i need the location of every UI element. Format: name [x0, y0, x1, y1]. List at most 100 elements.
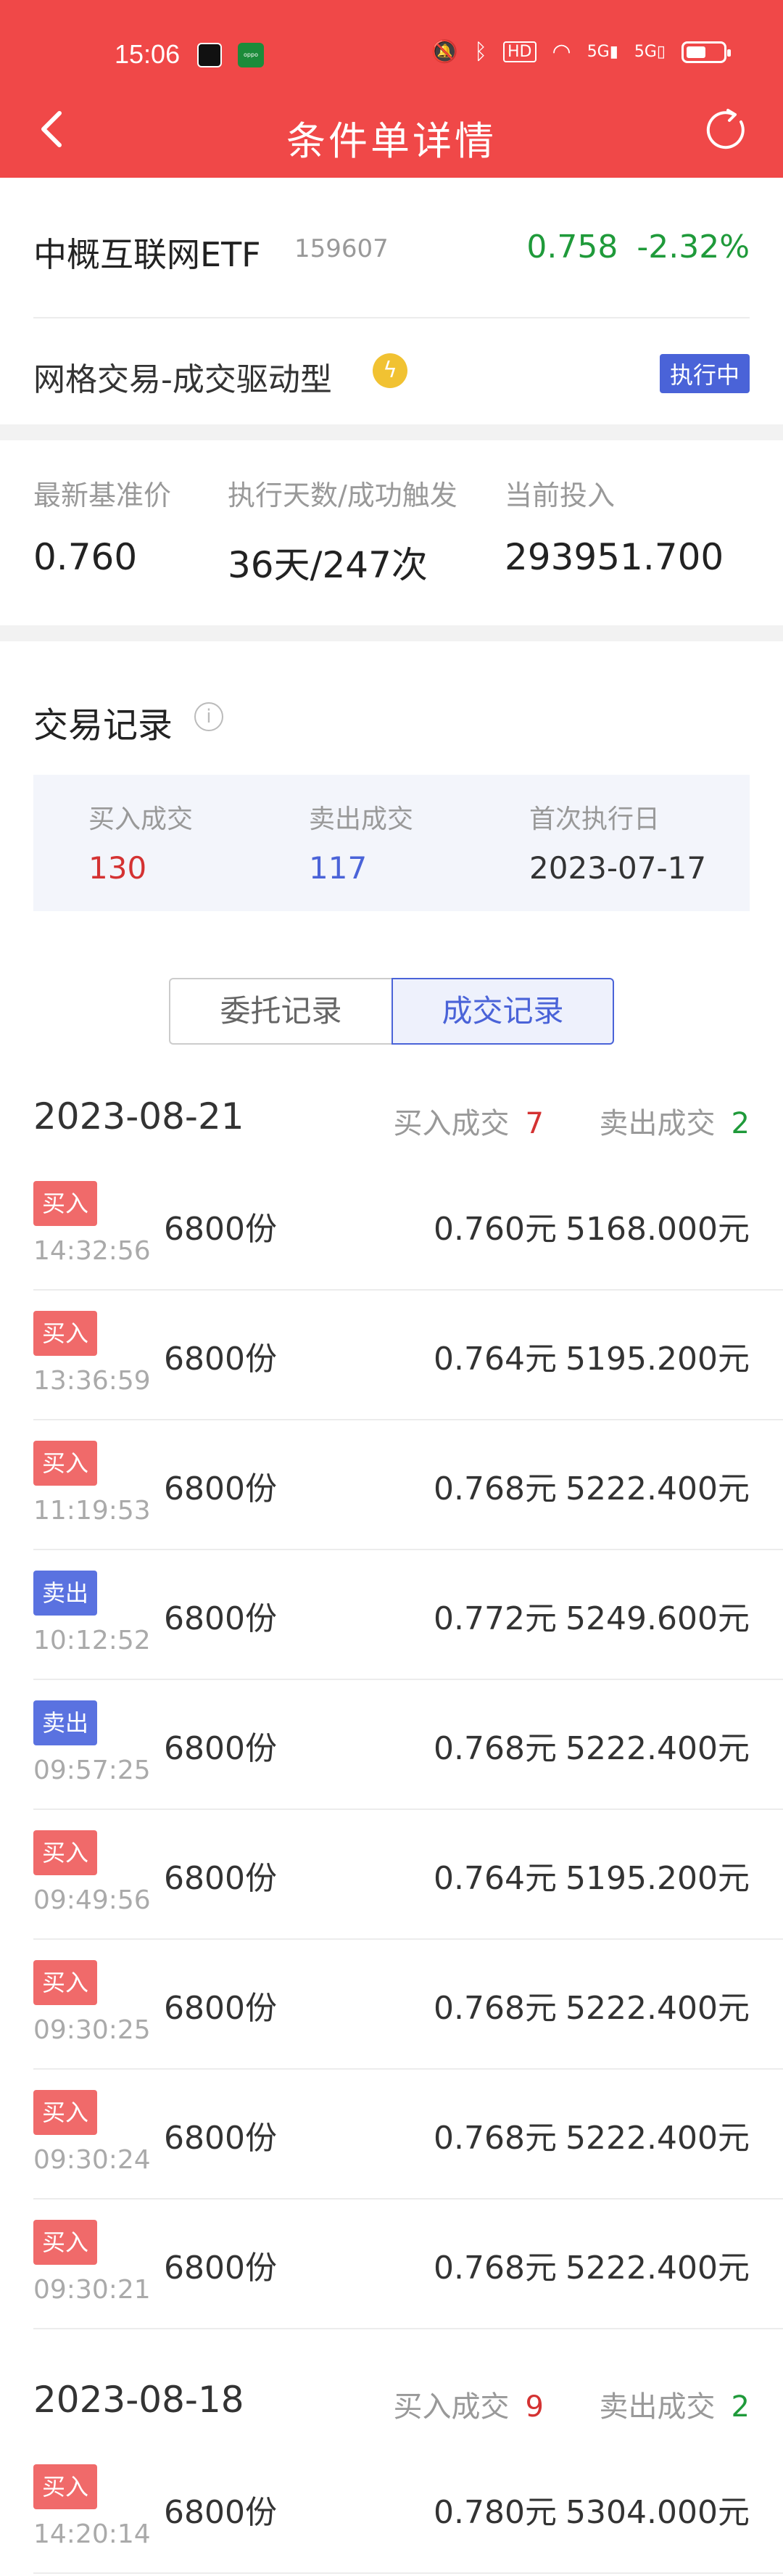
tab-orders[interactable]: 委托记录 [169, 978, 392, 1045]
tab-deals[interactable]: 成交记录 [392, 978, 614, 1045]
trade-price: 0.768元 [434, 1470, 557, 1507]
summary-value: 2023-07-17 [529, 850, 707, 886]
table-row[interactable]: 买入 11:19:53 6800份 0.768元 5222.400元 [33, 1420, 783, 1550]
day-sell-label: 卖出成交 [599, 2390, 716, 2424]
summary-label: 买入成交 [88, 805, 194, 834]
table-row[interactable]: 买入 09:30:24 6800份 0.768元 5222.400元 [33, 2070, 783, 2200]
lightning-icon: ϟ [373, 353, 407, 388]
trade-price: 0.768元 [434, 1730, 557, 1767]
trade-amount: 5195.200元 [566, 1341, 750, 1378]
day-date: 2023-08-21 [33, 1095, 244, 1137]
table-row[interactable]: 买入 13:36:59 6800份 0.764元 5195.200元 [33, 1291, 783, 1420]
status-badge: 执行中 [659, 354, 750, 393]
refresh-icon[interactable] [705, 107, 751, 154]
header-bar: 15:06 oppo 🔕 ᛒ HD ◠ 5G▮ 5G▯ 条件单详情 [0, 0, 783, 178]
day-buy-count: 买入成交 7 [394, 1100, 544, 1142]
trade-price: 0.768元 [434, 2120, 557, 2157]
trade-price: 0.772元 [434, 1600, 557, 1637]
trade-quantity: 6800份 [164, 2250, 277, 2287]
stat-base-price: 最新基准价 0.760 [33, 473, 171, 578]
status-bar: 15:06 oppo 🔕 ᛒ HD ◠ 5G▮ 5G▯ [0, 0, 783, 80]
day-sell-count: 卖出成交 2 [600, 1100, 750, 1142]
table-row[interactable]: 买入 14:20:14 6800份 0.780元 5304.000元 [33, 2444, 783, 2574]
day-buy-count: 买入成交 9 [394, 2383, 544, 2425]
trade-time: 09:30:25 [33, 2015, 151, 2045]
side-badge: 买入 [33, 2220, 97, 2265]
record-tabs: 委托记录 成交记录 [169, 978, 614, 1045]
day-sell-count: 卖出成交 2 [600, 2383, 750, 2425]
trade-price: 0.764元 [434, 1341, 557, 1378]
side-badge: 买入 [33, 1960, 97, 2005]
battery-icon [682, 41, 731, 63]
bluetooth-icon: ᛒ [474, 39, 488, 65]
table-row[interactable]: 买入 14:32:56 6800份 0.760元 5168.000元 [33, 1161, 783, 1291]
trade-quantity: 6800份 [164, 1860, 277, 1897]
trade-price: 0.780元 [434, 2494, 557, 2531]
fund-name: 中概互联网ETF [33, 235, 261, 274]
mute-icon: 🔕 [431, 39, 459, 65]
side-badge: 买入 [33, 2090, 97, 2135]
section-gap [0, 625, 783, 641]
trade-time: 14:20:14 [33, 2519, 151, 2549]
day-sell-value: 2 [731, 1107, 750, 1140]
day-buy-value: 7 [525, 1107, 544, 1140]
fund-quote: 0.758 -2.32% [526, 229, 750, 266]
trade-amount: 5304.000元 [566, 2494, 750, 2531]
fund-info: 中概互联网ETF 159607 0.758 -2.32% 网格交易-成交驱动型 ϟ… [0, 178, 783, 424]
trade-price: 0.768元 [434, 2250, 557, 2287]
trade-time: 13:36:59 [33, 1366, 151, 1396]
strategy-name: 网格交易-成交驱动型 [33, 361, 332, 398]
side-badge: 买入 [33, 1830, 97, 1875]
day-buy-label: 买入成交 [393, 1107, 510, 1140]
side-badge: 买入 [33, 1311, 97, 1356]
records-title: 交易记录 [33, 705, 173, 746]
day-sell-label: 卖出成交 [599, 1107, 716, 1140]
stat-value: 0.760 [33, 536, 138, 578]
trade-amount: 5222.400元 [566, 1470, 750, 1507]
trade-amount: 5195.200元 [566, 1860, 750, 1897]
day-header: 2023-08-21 买入成交 7 卖出成交 2 [0, 1074, 783, 1161]
day-buy-value: 9 [525, 2390, 544, 2424]
status-icons: 🔕 ᛒ HD ◠ 5G▮ 5G▯ [431, 39, 731, 65]
trade-quantity: 6800份 [164, 1341, 277, 1378]
trade-quantity: 6800份 [164, 2494, 277, 2531]
wifi-icon: ◠ [552, 39, 571, 65]
trade-price: 0.768元 [434, 1990, 557, 2027]
summary-value: 117 [309, 850, 368, 886]
table-row[interactable]: 买入 09:30:25 6800份 0.768元 5222.400元 [33, 1940, 783, 2070]
table-row[interactable]: 买入 09:30:21 6800份 0.768元 5222.400元 [33, 2200, 783, 2329]
trade-price: 0.764元 [434, 1860, 557, 1897]
trade-quantity: 6800份 [164, 1990, 277, 2027]
summary-sell: 卖出成交 117 [309, 798, 413, 886]
page-title: 条件单详情 [286, 118, 497, 164]
trade-time: 10:12:52 [33, 1626, 151, 1655]
trade-amount: 5222.400元 [566, 1730, 750, 1767]
summary-label: 卖出成交 [309, 805, 414, 834]
table-row[interactable]: 卖出 09:57:25 6800份 0.768元 5222.400元 [33, 1680, 783, 1810]
trade-time: 14:32:56 [33, 1236, 151, 1266]
table-row[interactable]: 买入 09:49:56 6800份 0.764元 5195.200元 [33, 1810, 783, 1940]
day-separator [0, 2329, 783, 2357]
5g-signal-icon: 5G▯ [634, 43, 666, 61]
fund-price: 0.758 [526, 229, 618, 266]
info-icon[interactable]: i [194, 702, 223, 731]
trade-amount: 5249.600元 [566, 1600, 750, 1637]
side-badge: 买入 [33, 1181, 97, 1226]
table-row[interactable]: 卖出 10:12:52 6800份 0.772元 5249.600元 [33, 1550, 783, 1680]
day-sell-value: 2 [731, 2390, 750, 2424]
trade-quantity: 6800份 [164, 1730, 277, 1767]
side-badge: 买入 [33, 1441, 97, 1486]
trade-quantity: 6800份 [164, 1211, 277, 1248]
stat-value: 36天/247次 [228, 544, 428, 586]
trade-quantity: 6800份 [164, 2120, 277, 2157]
day-date: 2023-08-18 [33, 2379, 244, 2421]
trade-price: 0.760元 [434, 1211, 557, 1248]
summary-label: 首次执行日 [529, 805, 660, 834]
day-group: 2023-08-21 买入成交 7 卖出成交 2 买入 14:32:56 6800份 0.760… [0, 1074, 783, 2329]
trade-quantity: 6800份 [164, 1470, 277, 1507]
oppo-notification-icon: oppo [238, 43, 264, 67]
trade-time: 11:19:53 [33, 1496, 151, 1526]
side-badge: 卖出 [33, 1700, 97, 1745]
stat-value: 293951.700 [505, 536, 724, 578]
stat-label: 执行天数/成功触发 [228, 480, 457, 511]
